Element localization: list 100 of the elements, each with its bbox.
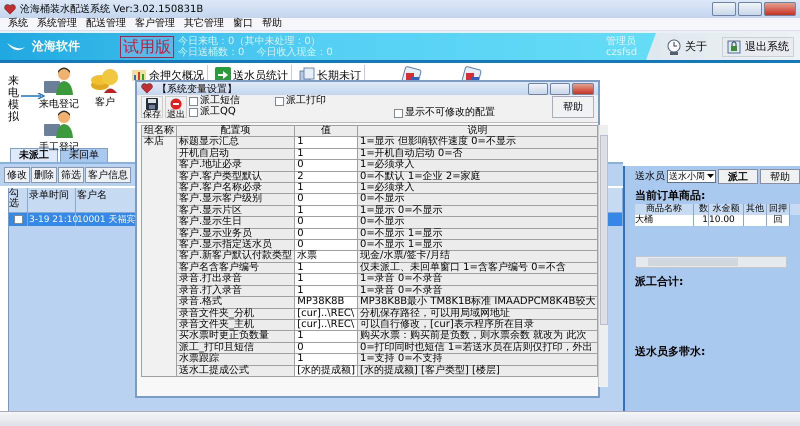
table-cell[interactable]: 1: [294, 182, 358, 194]
side-label[interactable]: 来电模拟: [8, 75, 19, 125]
menu-item[interactable]: 帮助: [262, 18, 282, 30]
column-header[interactable]: 组名称: [142, 126, 176, 137]
maximize-button[interactable]: [550, 82, 570, 94]
menu-item[interactable]: 系统管理: [37, 18, 77, 30]
exit-button[interactable]: 退出: [165, 96, 187, 118]
table-cell[interactable]: 1: [294, 148, 358, 160]
table-cell: 送水工提成公式: [176, 365, 295, 376]
table-cell[interactable]: [cur]..\REC\: [294, 319, 358, 331]
checkbox[interactable]: [14, 215, 22, 224]
close-button[interactable]: [764, 2, 796, 16]
table-cell[interactable]: 1: [294, 136, 358, 148]
table-cell[interactable]: 0: [294, 228, 358, 240]
action-button[interactable]: 删除: [31, 167, 57, 183]
table-cell[interactable]: 1: [294, 354, 358, 366]
table-cell: 客户.显示业务员: [176, 228, 295, 240]
horizontal-scrollbar[interactable]: [635, 256, 787, 268]
help-button[interactable]: 帮助: [552, 96, 594, 118]
table-cell[interactable]: 0: [294, 194, 358, 206]
dispatch-button[interactable]: 派工: [718, 168, 758, 184]
column-header[interactable]: 值: [294, 126, 358, 137]
table-cell: 购买水票：购买前是负数，则水票余数 就改为 此次: [358, 330, 598, 342]
action-button[interactable]: 修改: [4, 167, 30, 183]
action-button[interactable]: 客户信息: [85, 167, 131, 183]
menu-item[interactable]: 客户管理: [135, 18, 175, 30]
table-cell: 可以自行修改，[cur]表示程序所在目录: [358, 319, 598, 331]
person-icon: [42, 65, 76, 97]
checkbox[interactable]: [394, 108, 403, 118]
about-button[interactable]: 关于: [662, 36, 712, 56]
table-cell[interactable]: 1: [294, 205, 358, 217]
user-role: 管理员: [606, 36, 637, 46]
quick-button[interactable]: 客户: [85, 63, 125, 105]
caret-icon: [707, 174, 714, 178]
table-cell: 客户名含客户编号: [176, 262, 295, 274]
table-cell[interactable]: 水票: [294, 250, 358, 262]
menu-item[interactable]: 其它管理: [184, 18, 224, 30]
menu-item[interactable]: 窗口: [233, 18, 253, 30]
column-header[interactable]: 勾选: [9, 188, 28, 212]
courier-dropdown[interactable]: 送水小周: [667, 170, 716, 182]
table-cell[interactable]: 0: [294, 342, 358, 354]
group-cell: 本店: [142, 136, 176, 376]
clock-icon: [667, 38, 681, 54]
table-cell: 1: [694, 215, 709, 226]
column-header[interactable]: 说明: [358, 126, 598, 137]
action-button[interactable]: 筛选: [58, 167, 84, 183]
window-title: 沧海桶装水配送系统 Ver:3.02.150831B: [20, 2, 204, 16]
checkbox[interactable]: [275, 96, 284, 106]
table-cell: 分机保存路径，可以用局域网地址: [358, 308, 598, 320]
table-cell: 录音.打入录音: [176, 285, 295, 297]
table-cell[interactable]: [cur]..\REC\: [294, 308, 358, 320]
table-cell: 1=必须录入: [358, 160, 598, 172]
lock-icon: [727, 40, 741, 54]
save-button[interactable]: 保存: [141, 96, 163, 118]
table-cell: 0=不显示 1=显示: [358, 228, 598, 240]
table-cell: 派工_打印且短信: [176, 342, 295, 354]
checkbox[interactable]: [189, 96, 198, 106]
table-cell: 客户.显示片区: [176, 205, 295, 217]
column-header[interactable]: 配置项: [176, 126, 295, 137]
table-cell[interactable]: 0: [294, 240, 358, 251]
table-cell: 客户.客户类型默认: [176, 171, 295, 183]
table-cell: 现金/水票/签卡/月结: [358, 250, 598, 262]
close-button[interactable]: [572, 82, 594, 94]
minimize-button[interactable]: [528, 82, 548, 94]
table-cell: 录音文件夹_分机: [176, 308, 295, 320]
maximize-button[interactable]: [738, 2, 762, 16]
dialog-title: 【系统变量设置】: [157, 82, 238, 94]
stat-text: 今日送桶数：0: [178, 46, 244, 58]
column-header[interactable]: 录单时间: [28, 188, 76, 212]
table-cell: 回: [767, 215, 790, 226]
table-cell[interactable]: 1: [294, 330, 358, 342]
help-button[interactable]: 帮助: [760, 168, 800, 184]
table-cell[interactable]: 1: [294, 274, 358, 286]
table-cell[interactable]: MP38K8B: [294, 296, 358, 308]
checkbox-label: 派工打印: [286, 96, 326, 106]
table-cell: MP38K8B最小 TM8K1B标准 IMAADPCM8K4B较大: [358, 296, 598, 308]
checkbox[interactable]: [189, 108, 198, 116]
table-cell[interactable]: [水的提成额]: [294, 365, 358, 376]
table-cell: 录音.打出录音: [176, 274, 295, 286]
arrow-icon: [21, 93, 45, 99]
table-cell[interactable]: 0: [294, 216, 358, 228]
heart-icon: [4, 4, 16, 14]
menu-item[interactable]: 配送管理: [86, 18, 126, 30]
table-cell[interactable]: 1: [294, 262, 358, 274]
table-cell: 客户.显示指定送水员: [176, 240, 295, 251]
menu-item[interactable]: 系统: [8, 18, 28, 30]
stat-text: 今日来电：0（其中未处理：0）: [178, 36, 322, 46]
table-cell: 1=支持 0=不支持: [358, 354, 598, 366]
table-cell[interactable]: 0: [294, 160, 358, 172]
chart-icon: [131, 67, 147, 83]
vertical-scrollbar[interactable]: [598, 125, 608, 387]
exit-button[interactable]: 退出系统: [722, 36, 794, 56]
table-cell: 客户.新客户默认付款类型: [176, 250, 295, 262]
table-cell: 1=录音 0=不录音: [358, 274, 598, 286]
table-cell: 1=录音 0=不录音: [358, 285, 598, 297]
table-cell[interactable]: 1: [294, 285, 358, 297]
table-cell: [水的提成额] [客户类型] [楼层]: [358, 365, 598, 376]
table-cell: 客户.客户名称必录: [176, 182, 295, 194]
minimize-button[interactable]: [712, 2, 736, 16]
table-cell[interactable]: 2: [294, 171, 358, 183]
